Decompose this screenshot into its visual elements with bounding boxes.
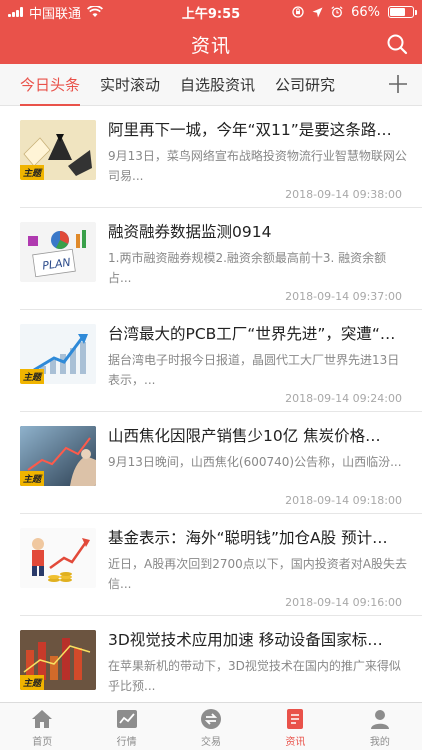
tabbar-label: 交易 <box>201 737 222 748</box>
news-list: 主题 阿里再下一城，今年“双11”是要这条路… 9月13日，菜鸟网络宣布战略投资… <box>0 106 422 702</box>
news-item[interactable]: 主题 阿里再下一城，今年“双11”是要这条路… 9月13日，菜鸟网络宣布战略投资… <box>20 106 422 208</box>
news-item[interactable]: 基金表示：海外“聪明钱”加仓A股 预计… 近日，A股再次回到2700点以下，国内… <box>20 514 422 616</box>
tabbar-item-home[interactable]: 首页 <box>0 703 84 750</box>
category-tabs: 今日头条 实时滚动 自选股资讯 公司研究 <box>0 64 422 106</box>
alarm-icon <box>331 6 343 18</box>
nav-bar: 资讯 <box>0 24 422 64</box>
page-title: 资讯 <box>190 34 231 57</box>
news-summary: 9月13日，菜鸟网络宣布战略投资物流行业智慧物联网公司易... <box>108 149 407 183</box>
news-thumbnail: 主题 <box>20 426 96 486</box>
topic-tag: 主题 <box>20 165 45 180</box>
news-icon <box>287 709 304 729</box>
news-title: 3D视觉技术应用加速 移动设备国家标… <box>108 631 383 649</box>
topic-tag: 主题 <box>20 369 45 384</box>
news-title: 融资融券数据监测0914 <box>108 223 272 241</box>
news-thumbnail: PLAN <box>20 222 96 282</box>
news-thumbnail <box>20 528 96 588</box>
news-summary: 1.两市融资融券规模2.融资余额最高前十3. 融资余额占... <box>108 251 387 285</box>
news-thumbnail: 主题 <box>20 630 96 690</box>
news-time: 2018-09-14 09:24:00 <box>285 392 402 405</box>
news-thumbnail: 主题 <box>20 324 96 384</box>
topic-tag: 主题 <box>20 675 45 690</box>
topic-tag: 主题 <box>20 471 45 486</box>
search-icon[interactable] <box>386 33 408 55</box>
news-item[interactable]: 主题 山西焦化因限产销售少10亿 焦炭价格… 9月13日晚间，山西焦化(6007… <box>20 412 422 514</box>
news-title: 阿里再下一城，今年“双11”是要这条路… <box>108 121 392 139</box>
tab-headlines[interactable]: 今日头条 <box>0 64 90 106</box>
carrier-label: 中国联通 <box>29 6 82 22</box>
tab-watchlist-news[interactable]: 自选股资讯 <box>170 64 265 106</box>
chart-icon <box>116 710 137 728</box>
tabbar-item-trade[interactable]: 交易 <box>169 703 253 750</box>
news-item[interactable]: 主题 台湾最大的PCB工厂“世界先进”，突遭“… 据台湾电子时报今日报道，晶圆代… <box>20 310 422 412</box>
news-thumbnail: 主题 <box>20 120 96 180</box>
signal-icon <box>8 7 23 17</box>
tab-realtime[interactable]: 实时滚动 <box>90 64 170 106</box>
news-time: 2018-09-14 09:16:00 <box>285 596 402 609</box>
tab-company-research[interactable]: 公司研究 <box>265 64 345 106</box>
add-tab-icon[interactable] <box>386 72 410 96</box>
status-bar: 中国联通 上午9:55 66% <box>0 0 422 24</box>
news-time: 2018-09-14 09:37:00 <box>285 290 402 303</box>
news-summary: 9月13日晚间，山西焦化(600740)公告称，山西临汾... <box>108 455 402 469</box>
tabbar-label: 资讯 <box>285 737 306 748</box>
profile-icon <box>370 710 389 729</box>
wifi-icon <box>87 6 104 17</box>
news-title: 基金表示：海外“聪明钱”加仓A股 预计… <box>108 529 388 547</box>
tabbar-item-profile[interactable]: 我的 <box>338 703 422 750</box>
news-title: 台湾最大的PCB工厂“世界先进”，突遭“… <box>108 325 396 343</box>
news-summary: 近日，A股再次回到2700点以下，国内投资者对A股失去信... <box>108 557 407 591</box>
tabbar-item-market[interactable]: 行情 <box>84 703 168 750</box>
battery-percent: 66% <box>351 4 380 20</box>
tabbar-label: 首页 <box>32 737 53 748</box>
news-time: 2018-09-14 09:38:00 <box>285 188 402 201</box>
news-item[interactable]: 主题 3D视觉技术应用加速 移动设备国家标… 在苹果新机的带动下，3D视觉技术在… <box>20 616 422 702</box>
tabbar-label: 行情 <box>116 737 137 748</box>
bottom-tab-bar: 首页 行情 交易 资讯 我的 <box>0 702 422 750</box>
news-time: 2018-09-14 09:18:00 <box>285 494 402 507</box>
orientation-lock-icon <box>292 6 304 18</box>
news-summary: 据台湾电子时报今日报道，晶圆代工大厂世界先进13日表示，... <box>108 353 400 387</box>
news-title: 山西焦化因限产销售少10亿 焦炭价格… <box>108 427 381 445</box>
home-icon <box>32 710 53 728</box>
tabbar-item-news[interactable]: 资讯 <box>253 703 337 750</box>
news-summary: 在苹果新机的带动下，3D视觉技术在国内的推广来得似乎比预... <box>108 659 401 693</box>
location-icon <box>312 7 323 17</box>
tabbar-label: 我的 <box>369 737 390 748</box>
battery-icon <box>388 6 417 18</box>
news-item[interactable]: PLAN 融资融券数据监测0914 1.两市融资融券规模2.融资余额最高前十3.… <box>20 208 422 310</box>
exchange-icon <box>201 709 222 729</box>
